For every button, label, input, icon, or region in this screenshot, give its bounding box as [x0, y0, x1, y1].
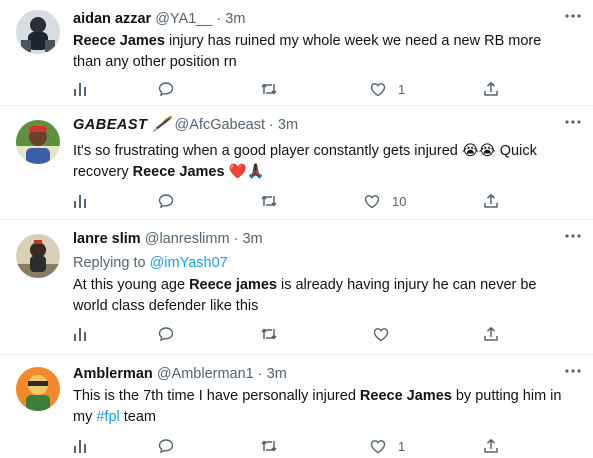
separator-dot: · [257, 366, 263, 382]
pen-emoji-icon: 🖋️ [151, 117, 171, 133]
analytics-button[interactable] [73, 435, 87, 457]
timestamp[interactable]: 3m [267, 366, 287, 382]
tweet-header: aidan azzar @YA1__ · 3m [73, 9, 553, 29]
separator-dot: · [216, 11, 222, 27]
share-icon [483, 81, 499, 97]
user-handle[interactable]: @YA1__ [155, 11, 212, 27]
tweet-text-part: team [119, 409, 157, 425]
retweet-button[interactable] [260, 190, 290, 212]
more-icon[interactable] [563, 361, 583, 381]
tweet-header: Amblerman @Amblerman1 · 3m [73, 364, 553, 384]
tweet-header: GABEAST 🖋️ @AfcGabeast · 3m [73, 115, 553, 135]
like-count: 1 [398, 438, 406, 454]
analytics-button[interactable] [73, 323, 87, 345]
heart-pray-emoji: ❤️🙏🏿 [228, 164, 265, 180]
tweet-actions: 1 [73, 435, 513, 457]
tweet-text-bold: Reece james [189, 277, 277, 293]
retweet-button[interactable] [260, 323, 290, 345]
reply-button[interactable] [158, 78, 186, 100]
display-name[interactable]: GABEAST 🖋️ [73, 117, 171, 133]
analytics-button[interactable] [73, 190, 87, 212]
more-icon[interactable] [563, 6, 583, 26]
display-name[interactable]: Amblerman [73, 366, 153, 382]
reply-icon [158, 193, 174, 209]
retweet-button[interactable] [260, 78, 290, 100]
tweet-text-part: At this young age [73, 277, 190, 293]
tweet-actions: 10 [73, 190, 513, 212]
avatar[interactable] [16, 234, 60, 278]
like-count: 1 [398, 81, 406, 97]
timestamp[interactable]: 3m [242, 231, 262, 247]
retweet-icon [260, 82, 278, 96]
reply-button[interactable] [158, 435, 186, 457]
like-button[interactable]: 10 [364, 190, 406, 212]
display-name[interactable]: aidan azzar [73, 11, 151, 27]
stats-icon [73, 439, 87, 453]
avatar[interactable] [16, 367, 60, 411]
like-icon [373, 327, 389, 342]
analytics-button[interactable] [73, 78, 87, 100]
reply-icon [158, 326, 174, 342]
tweet-text: Reece James injury has ruined my whole w… [73, 31, 569, 73]
like-icon [364, 194, 380, 209]
timestamp[interactable]: 3m [278, 117, 298, 133]
retweet-icon [260, 194, 278, 208]
tweet[interactable]: aidan azzar @YA1__ · 3m Reece James inju… [0, 0, 593, 106]
reply-icon [158, 81, 174, 97]
share-icon [483, 326, 499, 342]
tweet-text-part: It's so frustrating when a good player c… [73, 143, 462, 159]
retweet-icon [260, 439, 278, 453]
retweet-button[interactable] [260, 435, 290, 457]
stats-icon [73, 82, 87, 96]
reply-button[interactable] [158, 190, 186, 212]
tweet-text-bold: Reece James [132, 164, 225, 180]
share-icon [483, 193, 499, 209]
replying-to-handle[interactable]: @imYash07 [150, 255, 228, 271]
like-count: 10 [392, 193, 407, 209]
tweet[interactable]: Amblerman @Amblerman1 · 3m This is the 7… [0, 355, 593, 458]
retweet-icon [260, 327, 278, 341]
reply-icon [158, 438, 174, 454]
like-icon [370, 439, 386, 454]
tweet[interactable]: lanre slim @lanreslimm · 3m Replying to … [0, 220, 593, 355]
tweet-header: lanre slim @lanreslimm · 3m [73, 229, 553, 249]
tweet-text-bold: Reece James [73, 33, 165, 49]
timestamp[interactable]: 3m [225, 11, 245, 27]
replying-to: Replying to @imYash07 [73, 253, 569, 274]
user-handle[interactable]: @Amblerman1 [157, 366, 254, 382]
like-button[interactable] [373, 323, 401, 345]
avatar[interactable] [16, 10, 60, 54]
like-button[interactable]: 1 [370, 78, 405, 100]
hashtag-link[interactable]: #fpl [96, 409, 119, 425]
tweet-text-part: This is the 7th time I have personally i… [73, 388, 360, 404]
share-icon [483, 438, 499, 454]
share-button[interactable] [483, 190, 499, 212]
tweet-text: At this young age Reece james is already… [73, 275, 569, 317]
tweet-actions [73, 323, 513, 345]
tweet[interactable]: GABEAST 🖋️ @AfcGabeast · 3m It's so frus… [0, 106, 593, 220]
avatar[interactable] [16, 120, 60, 164]
share-button[interactable] [483, 78, 499, 100]
like-button[interactable]: 1 [370, 435, 405, 457]
tweet-actions: 1 [73, 78, 513, 100]
like-icon [370, 82, 386, 97]
user-handle[interactable]: @lanreslimm [145, 231, 230, 247]
more-icon[interactable] [563, 226, 583, 246]
user-handle[interactable]: @AfcGabeast [175, 117, 265, 133]
tweet-text: This is the 7th time I have personally i… [73, 386, 569, 428]
replying-to-label: Replying to [73, 255, 150, 271]
crying-emoji: 😭😭 [461, 143, 496, 159]
separator-dot: · [269, 117, 274, 133]
share-button[interactable] [483, 323, 499, 345]
tweet-text: It's so frustrating when a good player c… [73, 141, 569, 183]
tweet-text-bold: Reece James [359, 388, 452, 404]
display-name[interactable]: lanre slim [73, 231, 141, 247]
more-icon[interactable] [563, 112, 583, 132]
stats-icon [73, 327, 87, 341]
reply-button[interactable] [158, 323, 186, 345]
stats-icon [73, 194, 87, 208]
share-button[interactable] [483, 435, 499, 457]
separator-dot: · [233, 231, 239, 247]
